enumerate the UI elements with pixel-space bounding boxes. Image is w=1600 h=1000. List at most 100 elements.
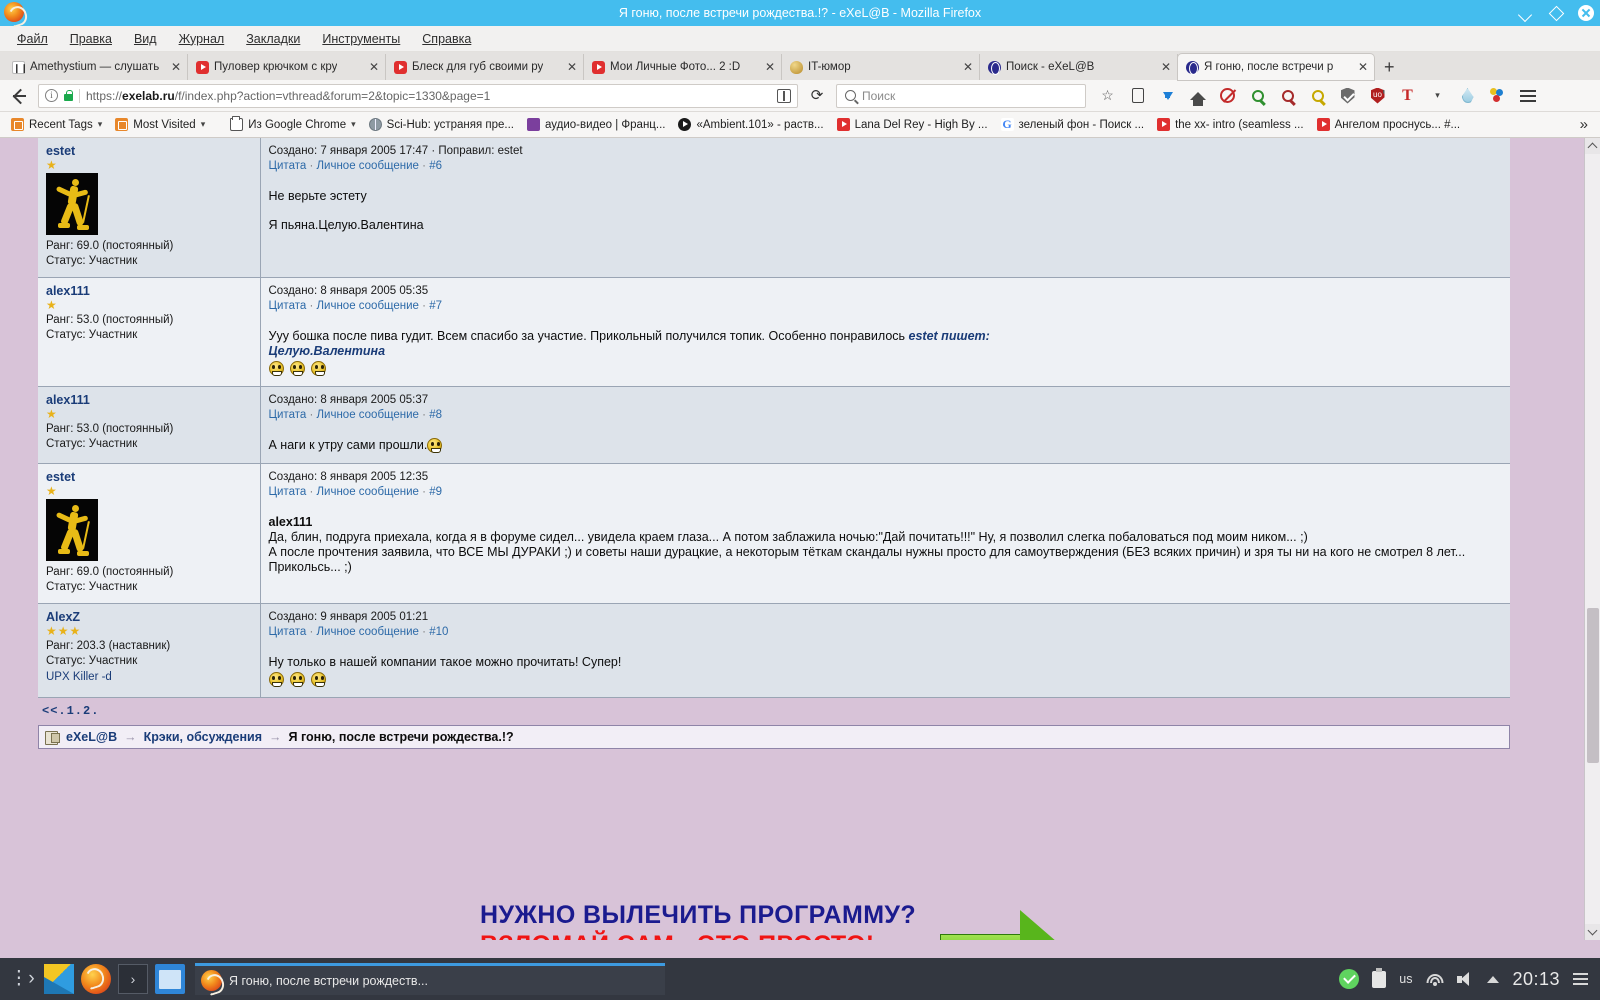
pm-link[interactable]: Личное сообщение xyxy=(316,160,418,172)
firefox-icon[interactable] xyxy=(81,964,111,994)
files-icon[interactable] xyxy=(155,964,185,994)
advertisement-banner[interactable]: НУЖНО ВЫЛЕЧИТЬ ПРОГРАММУ? ВЗЛОМАЙ САМ - … xyxy=(480,900,1080,940)
menu-item-file[interactable]: Файл xyxy=(8,29,57,49)
pm-link[interactable]: Личное сообщение xyxy=(316,409,418,421)
scroll-up-icon[interactable] xyxy=(1585,138,1600,154)
breadcrumb-section-link[interactable]: Крэки, обсуждения xyxy=(144,730,262,744)
clock[interactable]: 20:13 xyxy=(1512,969,1560,990)
bookmark-ambient[interactable]: «Ambient.101» - раств... xyxy=(673,116,828,133)
pagination[interactable]: <<.1.2. xyxy=(38,698,1510,723)
bookmark-the-xx-intro[interactable]: the xx- intro (seamless ... xyxy=(1152,116,1308,133)
menu-hamburger-icon[interactable] xyxy=(1518,86,1537,105)
noscript-icon[interactable] xyxy=(1218,86,1237,105)
bookmark-angelom-prosnus[interactable]: Ангелом проснусь... #... xyxy=(1312,116,1466,133)
bookmark-green-background[interactable]: G зеленый фон - Поиск ... xyxy=(996,116,1150,133)
author-signature-link[interactable]: UPX Killer -d xyxy=(46,671,112,683)
zoom-out-icon[interactable] xyxy=(1278,86,1297,105)
download-icon[interactable] xyxy=(1158,86,1177,105)
droplet-icon[interactable] xyxy=(1458,86,1477,105)
menu-item-bookmarks[interactable]: Закладки xyxy=(237,29,309,49)
tab-it-humor[interactable]: IT-юмор ✕ xyxy=(782,54,980,80)
page-info-icon[interactable]: i xyxy=(45,89,58,102)
author-name-link[interactable]: alex111 xyxy=(46,284,90,298)
pm-link[interactable]: Личное сообщение xyxy=(316,486,418,498)
tampermonkey-icon[interactable]: T xyxy=(1398,86,1417,105)
tab-moi-lichnye-foto[interactable]: Мои Личные Фото... 2 :D ✕ xyxy=(584,54,782,80)
menu-item-edit[interactable]: Правка xyxy=(61,29,121,49)
scroll-down-icon[interactable] xyxy=(1585,924,1600,940)
terminal-icon[interactable]: › xyxy=(118,964,148,994)
reader-list-icon[interactable] xyxy=(1128,86,1147,105)
quote-link[interactable]: Цитата xyxy=(269,626,307,638)
pm-link[interactable]: Личное сообщение xyxy=(316,300,418,312)
green-arrow-icon[interactable]: здесь xyxy=(940,908,1075,940)
quote-link[interactable]: Цитата xyxy=(269,160,307,172)
vertical-scrollbar[interactable] xyxy=(1584,138,1600,940)
post-number-link[interactable]: #10 xyxy=(429,626,448,638)
bookmark-most-visited[interactable]: Most Visited ▾ xyxy=(110,116,210,133)
url-bar[interactable]: i https://exelab.ru/f/index.php?action=v… xyxy=(38,83,798,108)
breadcrumb-root-link[interactable]: eXeL@B xyxy=(66,730,117,744)
menu-item-view[interactable]: Вид xyxy=(125,29,166,49)
taskbar-window-button[interactable]: Я гоню, после встречи рождеств... xyxy=(195,963,665,995)
post-number-link[interactable]: #7 xyxy=(429,300,442,312)
menu-item-tools[interactable]: Инструменты xyxy=(313,29,409,49)
wifi-icon[interactable] xyxy=(1425,972,1444,987)
bookmark-folder-chrome[interactable]: Из Google Chrome ▾ xyxy=(225,116,360,133)
tab-close-icon[interactable]: ✕ xyxy=(363,60,379,74)
ublock-icon[interactable]: uo 2 xyxy=(1368,86,1387,105)
bookmark-star-icon[interactable]: ☆ xyxy=(1098,86,1117,105)
reader-mode-icon[interactable] xyxy=(777,88,791,103)
bookmark-scihub[interactable]: Sci-Hub: устраняя пре... xyxy=(364,116,519,133)
tab-close-icon[interactable]: ✕ xyxy=(1352,60,1368,74)
tab-close-icon[interactable]: ✕ xyxy=(1155,60,1171,74)
zoom-reset-icon[interactable] xyxy=(1308,86,1327,105)
post-number-link[interactable]: #8 xyxy=(429,409,442,421)
post-number-link[interactable]: #6 xyxy=(429,160,442,172)
author-name-link[interactable]: estet xyxy=(46,144,75,158)
close-button[interactable] xyxy=(1578,5,1594,21)
pagination-links[interactable]: <<.1.2. xyxy=(42,704,99,718)
tab-blesk[interactable]: Блеск для губ своими ру ✕ xyxy=(386,54,584,80)
tab-poisk-exelab[interactable]: Поиск - eXeL@B ✕ xyxy=(980,54,1178,80)
menu-item-history[interactable]: Журнал xyxy=(170,29,234,49)
tab-pulover[interactable]: Пуловер крючком с кру ✕ xyxy=(188,54,386,80)
tab-close-icon[interactable]: ✕ xyxy=(165,60,181,74)
tab-close-icon[interactable]: ✕ xyxy=(561,60,577,74)
shield-icon[interactable] xyxy=(1338,86,1357,105)
menu-item-help[interactable]: Справка xyxy=(413,29,480,49)
tray-menu-icon[interactable] xyxy=(1573,973,1588,985)
minimize-button[interactable] xyxy=(1518,5,1534,21)
post-number-link[interactable]: #9 xyxy=(429,486,442,498)
tab-close-icon[interactable]: ✕ xyxy=(957,60,973,74)
search-bar[interactable]: Поиск xyxy=(836,83,1086,108)
keyboard-layout-indicator[interactable]: us xyxy=(1399,972,1412,986)
back-button[interactable] xyxy=(8,85,30,107)
bookmark-lana-del-rey[interactable]: Lana Del Rey - High By ... xyxy=(832,116,993,133)
bookmarks-overflow-icon[interactable]: » xyxy=(1574,116,1594,133)
colorzilla-icon[interactable] xyxy=(1488,86,1507,105)
reload-button[interactable]: ⟳ xyxy=(806,85,828,107)
app-menu-icon[interactable]: ⋮› xyxy=(7,964,37,994)
quote-link[interactable]: Цитата xyxy=(269,300,307,312)
tab-close-icon[interactable]: ✕ xyxy=(759,60,775,74)
checkmark-icon[interactable] xyxy=(1339,969,1360,989)
tab-active-thread[interactable]: Я гоню, после встречи р ✕ xyxy=(1178,54,1374,80)
bookmark-recent-tags[interactable]: Recent Tags ▾ xyxy=(6,116,107,133)
author-name-link[interactable]: AlexZ xyxy=(46,610,80,624)
quote-link[interactable]: Цитата xyxy=(269,409,307,421)
zoom-in-icon[interactable] xyxy=(1248,86,1267,105)
usb-icon[interactable] xyxy=(1372,967,1387,988)
chevron-down-icon[interactable]: ▾ xyxy=(1428,86,1447,105)
author-name-link[interactable]: estet xyxy=(46,470,75,484)
author-name-link[interactable]: alex111 xyxy=(46,393,90,407)
tab-amethystium[interactable]: ❙❙ Amethystium — слушать ✕ xyxy=(4,54,188,80)
maximize-button[interactable] xyxy=(1548,5,1564,21)
quote-link[interactable]: Цитата xyxy=(269,486,307,498)
volume-icon[interactable] xyxy=(1457,971,1474,987)
scrollbar-thumb[interactable] xyxy=(1587,608,1599,763)
show-hidden-icon[interactable] xyxy=(1487,975,1500,983)
home-icon[interactable] xyxy=(1188,86,1207,106)
kde-icon[interactable] xyxy=(44,964,74,994)
new-tab-button[interactable]: + xyxy=(1374,57,1405,80)
